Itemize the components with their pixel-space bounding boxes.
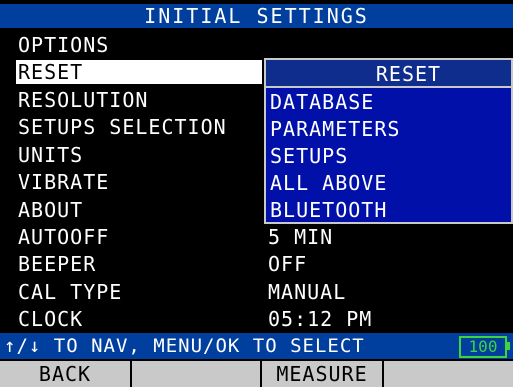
menu-item-label: SETUPS SELECTION (18, 115, 227, 139)
menu-item-label: UNITS (18, 143, 84, 167)
status-bar: ↑/↓ TO NAV, MENU/OK TO SELECT 100 (0, 333, 513, 359)
clock-value: 05:12 PM (268, 307, 373, 331)
menu-item-label: CLOCK (18, 307, 84, 331)
popup-option-bluetooth[interactable]: BLUETOOTH (270, 197, 387, 223)
navigation-hint: ↑/↓ TO NAV, MENU/OK TO SELECT (4, 335, 365, 357)
softkey-2[interactable] (132, 361, 262, 387)
menu-item-reset[interactable]: RESET (16, 60, 262, 84)
menu-item-label: RESET (18, 60, 84, 84)
menu-item-autooff[interactable]: AUTOOFF (18, 225, 109, 249)
menu-item-vibrate[interactable]: VIBRATE (18, 170, 109, 194)
menu-item-label: CAL TYPE (18, 280, 123, 304)
menu-item-label: VIBRATE (18, 170, 110, 194)
menu-item-clock[interactable]: CLOCK (18, 307, 83, 331)
softkey-4[interactable] (384, 361, 513, 387)
screen-title: INITIAL SETTINGS (0, 4, 513, 28)
popup-option-all-above[interactable]: ALL ABOVE (270, 170, 387, 196)
menu-item-label: BEEPER (18, 252, 97, 276)
softkey-bar: BACK MEASURE (0, 361, 513, 387)
menu-item-label: RESOLUTION (18, 88, 149, 112)
popup-option-parameters[interactable]: PARAMETERS (270, 116, 400, 142)
back-softkey[interactable]: BACK (0, 361, 132, 387)
menu-item-beeper[interactable]: BEEPER (18, 252, 96, 276)
menu-item-setups-selection[interactable]: SETUPS SELECTION (18, 115, 227, 139)
battery-icon: 100 (459, 336, 507, 358)
battery-level: 100 (468, 337, 498, 356)
menu-item-options[interactable]: OPTIONS (18, 33, 109, 57)
menu-item-label: OPTIONS (18, 33, 110, 57)
menu-item-resolution[interactable]: RESOLUTION (18, 88, 148, 112)
menu-item-label: ABOUT (18, 198, 84, 222)
cal-type-value: MANUAL (268, 280, 347, 304)
beeper-value: OFF (268, 252, 308, 276)
measure-softkey[interactable]: MEASURE (262, 361, 384, 387)
popup-title: RESET (266, 60, 511, 88)
device-screen: INITIAL SETTINGS OPTIONS RESET RESOLUTIO… (0, 0, 513, 387)
menu-item-label: AUTOOFF (18, 225, 110, 249)
popup-option-setups[interactable]: SETUPS (270, 143, 348, 169)
menu-item-cal-type[interactable]: CAL TYPE (18, 280, 122, 304)
popup-option-database[interactable]: DATABASE (270, 89, 374, 115)
autooff-value: 5 MIN (268, 225, 334, 249)
reset-popup: RESET DATABASE PARAMETERS SETUPS ALL ABO… (264, 58, 513, 224)
battery-tip-icon (506, 342, 510, 350)
menu-item-about[interactable]: ABOUT (18, 198, 83, 222)
menu-item-units[interactable]: UNITS (18, 143, 83, 167)
